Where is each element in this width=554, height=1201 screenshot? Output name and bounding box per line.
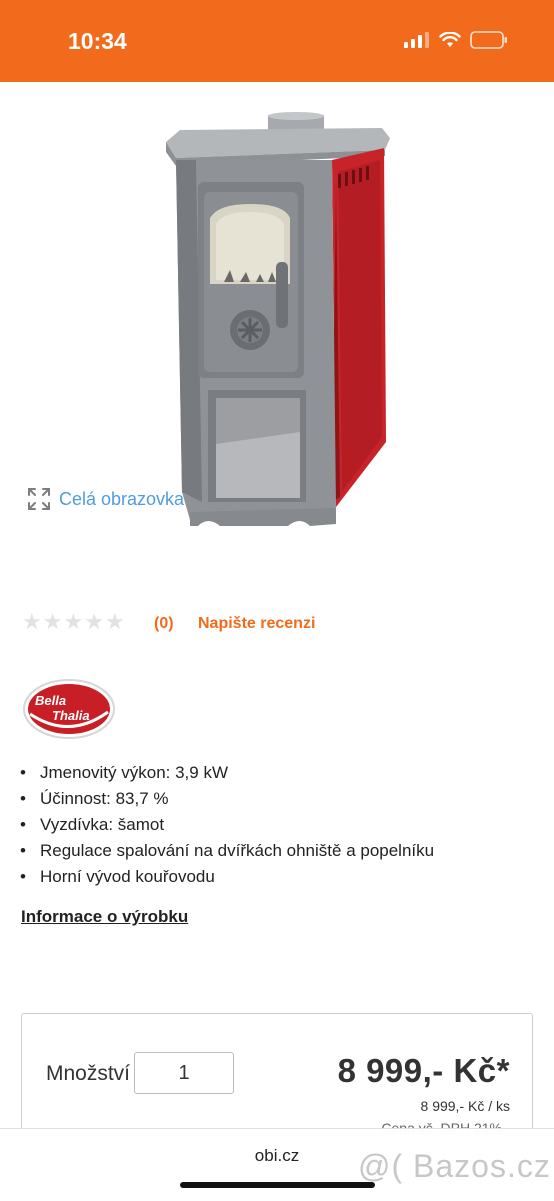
list-item: Vyzdívka: šamot [20, 812, 434, 838]
battery-icon [470, 31, 507, 49]
home-indicator[interactable] [180, 1182, 375, 1188]
write-review-link[interactable]: Napište recenzi [198, 615, 315, 633]
star-icon: ★ [42, 610, 63, 635]
status-time: 10:34 [68, 28, 127, 54]
feature-list: Jmenovitý výkon: 3,9 kW Účinnost: 83,7 %… [20, 760, 434, 890]
fullscreen-label: Celá obrazovka [59, 488, 185, 509]
browser-bottom-bar: obi.cz [0, 1128, 554, 1201]
browser-address[interactable]: obi.cz [0, 1146, 554, 1166]
list-item: Horní vývod kouřovodu [20, 864, 434, 890]
logo-text-line1: Bella [35, 693, 66, 708]
list-item: Jmenovitý výkon: 3,9 kW [20, 760, 434, 786]
status-bar: 10:34 [0, 0, 554, 82]
wifi-icon [439, 32, 461, 47]
list-item: Účinnost: 83,7 % [20, 786, 434, 812]
price: 8 999,- Kč* [337, 1052, 510, 1089]
fullscreen-button[interactable]: Celá obrazovka [27, 487, 184, 511]
brand-logo[interactable]: Bella Thalia [22, 678, 116, 740]
unit-price: 8 999,- Kč / ks [420, 1098, 510, 1114]
cellular-signal-icon [404, 32, 429, 48]
star-icon: ★ [104, 610, 125, 635]
list-item: Regulace spalování na dvířkách ohniště a… [20, 838, 434, 864]
status-icons [404, 31, 508, 49]
product-info-link[interactable]: Informace o výrobku [21, 907, 188, 927]
logo-text-line2: Thalia [52, 708, 90, 723]
star-icon: ★ [84, 610, 104, 635]
star-icon: ★ [63, 610, 84, 635]
quantity-input[interactable]: 1 [134, 1052, 234, 1094]
expand-icon [28, 488, 50, 510]
quantity-label: Množství [46, 1062, 131, 1085]
fireplace-stove-image[interactable] [160, 112, 392, 532]
star-icon: ★ [22, 610, 42, 635]
review-count[interactable]: (0) [154, 615, 174, 633]
rating-stars: ★ ★ ★ ★ ★ [22, 612, 125, 634]
